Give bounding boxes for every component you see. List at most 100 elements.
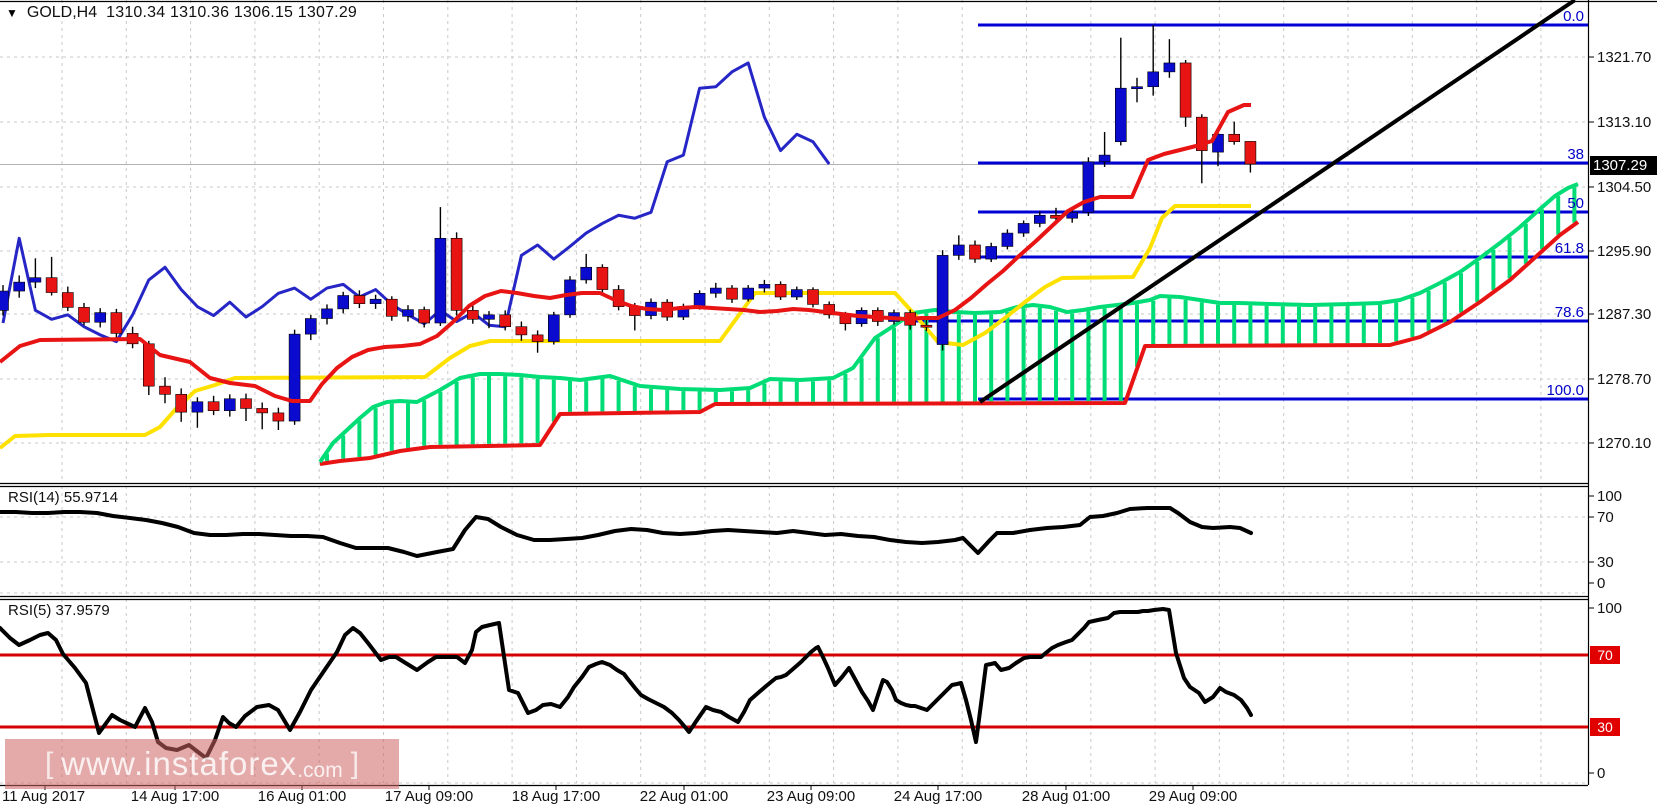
candle-bearish bbox=[240, 398, 252, 409]
candle-bearish bbox=[774, 284, 787, 298]
svg-text:0: 0 bbox=[1597, 765, 1605, 782]
trading-chart-window: 0.0 38 50 61.8 78.6 100.0 1321.70 1313.10 1304.5… bbox=[0, 0, 1657, 811]
svg-text:22 Aug 01:00: 22 Aug 01:00 bbox=[640, 788, 728, 805]
ohlc-values-label: 1310.34 1310.36 1306.15 1307.29 bbox=[106, 4, 358, 21]
candle-bearish bbox=[515, 326, 528, 336]
candle-bullish bbox=[985, 246, 998, 260]
candle-bullish bbox=[709, 287, 722, 294]
svg-text:100: 100 bbox=[1597, 600, 1622, 617]
candle-bearish bbox=[1228, 133, 1240, 143]
candle-bearish bbox=[78, 307, 90, 323]
candle-bullish bbox=[337, 295, 350, 310]
candle-bullish bbox=[1147, 71, 1159, 88]
svg-text:38: 38 bbox=[1567, 146, 1584, 163]
candle-bullish bbox=[369, 298, 382, 304]
rsi5-level-badge: 30 bbox=[1590, 718, 1620, 736]
candle-bearish bbox=[807, 289, 819, 305]
candle-bullish bbox=[13, 281, 25, 292]
candle-bullish bbox=[564, 279, 576, 316]
candle-bearish bbox=[272, 412, 285, 422]
svg-text:30: 30 bbox=[1597, 554, 1614, 571]
current-price-badge: 1307.29 bbox=[1590, 156, 1657, 175]
candle-bullish bbox=[0, 290, 9, 311]
candle-bullish bbox=[758, 284, 771, 289]
candle-bullish bbox=[936, 255, 949, 345]
candle-bullish bbox=[288, 333, 301, 422]
candle-bullish bbox=[1131, 86, 1143, 90]
svg-text:0: 0 bbox=[1597, 575, 1605, 592]
candle-bullish bbox=[1163, 62, 1176, 73]
candle-bearish bbox=[920, 324, 933, 328]
svg-text:50: 50 bbox=[1567, 195, 1584, 212]
candle-bearish bbox=[353, 295, 366, 304]
svg-text:61.8: 61.8 bbox=[1555, 240, 1584, 257]
candle-bullish bbox=[580, 266, 593, 281]
chevron-down-icon[interactable]: ▼ bbox=[6, 6, 18, 20]
svg-text:11 Aug 2017: 11 Aug 2017 bbox=[2, 788, 85, 805]
watermark-domain: www.instaforex bbox=[61, 745, 298, 782]
candle-bearish bbox=[1179, 62, 1192, 118]
candle-bearish bbox=[418, 309, 431, 324]
svg-text:100.0: 100.0 bbox=[1546, 382, 1584, 399]
candle-bullish bbox=[1115, 87, 1127, 143]
candle-bearish bbox=[596, 266, 609, 290]
watermark-tld: .com bbox=[297, 759, 343, 782]
svg-text:1295.90: 1295.90 bbox=[1597, 243, 1651, 260]
svg-text:78.6: 78.6 bbox=[1555, 304, 1584, 321]
instaforex-watermark: [ www.instaforex .com ] bbox=[5, 739, 399, 789]
candle-bearish bbox=[45, 277, 58, 293]
watermark-open-bracket: [ bbox=[44, 747, 54, 780]
candle-bearish bbox=[385, 298, 398, 317]
candle-bullish bbox=[224, 398, 236, 411]
candle-bearish bbox=[466, 310, 479, 320]
candle-bullish bbox=[1001, 232, 1014, 247]
candle-bearish bbox=[256, 408, 269, 414]
rsi14-indicator-label: RSI(14) 55.9714 bbox=[8, 489, 119, 506]
svg-text:28 Aug 01:00: 28 Aug 01:00 bbox=[1022, 788, 1110, 805]
rsi5-indicator-label: RSI(5) 37.9579 bbox=[8, 602, 110, 619]
rsi5-level-badge: 70 bbox=[1590, 646, 1620, 664]
candle-bearish bbox=[61, 292, 74, 308]
svg-text:18 Aug 17:00: 18 Aug 17:00 bbox=[512, 788, 600, 805]
svg-text:17 Aug 09:00: 17 Aug 09:00 bbox=[385, 788, 473, 805]
candle-bearish bbox=[175, 394, 187, 413]
candle-bullish bbox=[1034, 214, 1046, 224]
candle-bearish bbox=[1244, 141, 1257, 165]
watermark-close-bracket: ] bbox=[350, 747, 360, 780]
svg-text:14 Aug 17:00: 14 Aug 17:00 bbox=[131, 788, 219, 805]
svg-text:24 Aug 17:00: 24 Aug 17:00 bbox=[894, 788, 982, 805]
candle-bearish bbox=[450, 237, 463, 311]
candle-bullish bbox=[547, 314, 560, 342]
candle-bullish bbox=[94, 312, 106, 323]
svg-text:1313.10: 1313.10 bbox=[1597, 114, 1651, 131]
svg-text:1278.70: 1278.70 bbox=[1597, 371, 1651, 388]
candle-bearish bbox=[499, 314, 512, 328]
candle-bullish bbox=[1098, 154, 1111, 163]
candle-bearish bbox=[969, 244, 981, 260]
candle-bullish bbox=[742, 287, 755, 300]
chart-title-bar: ▼ GOLD,H4 1310.34 1310.36 1306.15 1307.2… bbox=[6, 4, 357, 22]
candle-bullish bbox=[191, 401, 204, 413]
candle-bullish bbox=[1082, 161, 1095, 213]
candle-bullish bbox=[790, 289, 803, 298]
candle-bearish bbox=[159, 385, 171, 395]
candle-bullish bbox=[1017, 223, 1030, 234]
chart-canvas[interactable]: 0.0 38 50 61.8 78.6 100.0 1321.70 1313.10 1304.5… bbox=[0, 0, 1657, 811]
candle-bullish bbox=[952, 244, 965, 256]
candle-bearish bbox=[531, 334, 544, 342]
svg-text:100: 100 bbox=[1597, 488, 1622, 505]
candle-bullish bbox=[483, 314, 495, 320]
svg-text:23 Aug 09:00: 23 Aug 09:00 bbox=[767, 788, 855, 805]
svg-text:1270.10: 1270.10 bbox=[1597, 435, 1651, 452]
svg-text:16 Aug 01:00: 16 Aug 01:00 bbox=[258, 788, 346, 805]
candle-bullish bbox=[402, 309, 414, 317]
candle-bullish bbox=[29, 277, 42, 283]
svg-text:1287.30: 1287.30 bbox=[1597, 306, 1651, 323]
candle-bearish bbox=[726, 287, 738, 300]
svg-text:1321.70: 1321.70 bbox=[1597, 49, 1651, 66]
symbol-timeframe-label: GOLD,H4 bbox=[26, 4, 98, 21]
candle-bullish bbox=[434, 237, 447, 324]
svg-text:29 Aug 09:00: 29 Aug 09:00 bbox=[1149, 788, 1237, 805]
candle-bearish bbox=[110, 312, 123, 334]
svg-text:1304.50: 1304.50 bbox=[1597, 179, 1651, 196]
